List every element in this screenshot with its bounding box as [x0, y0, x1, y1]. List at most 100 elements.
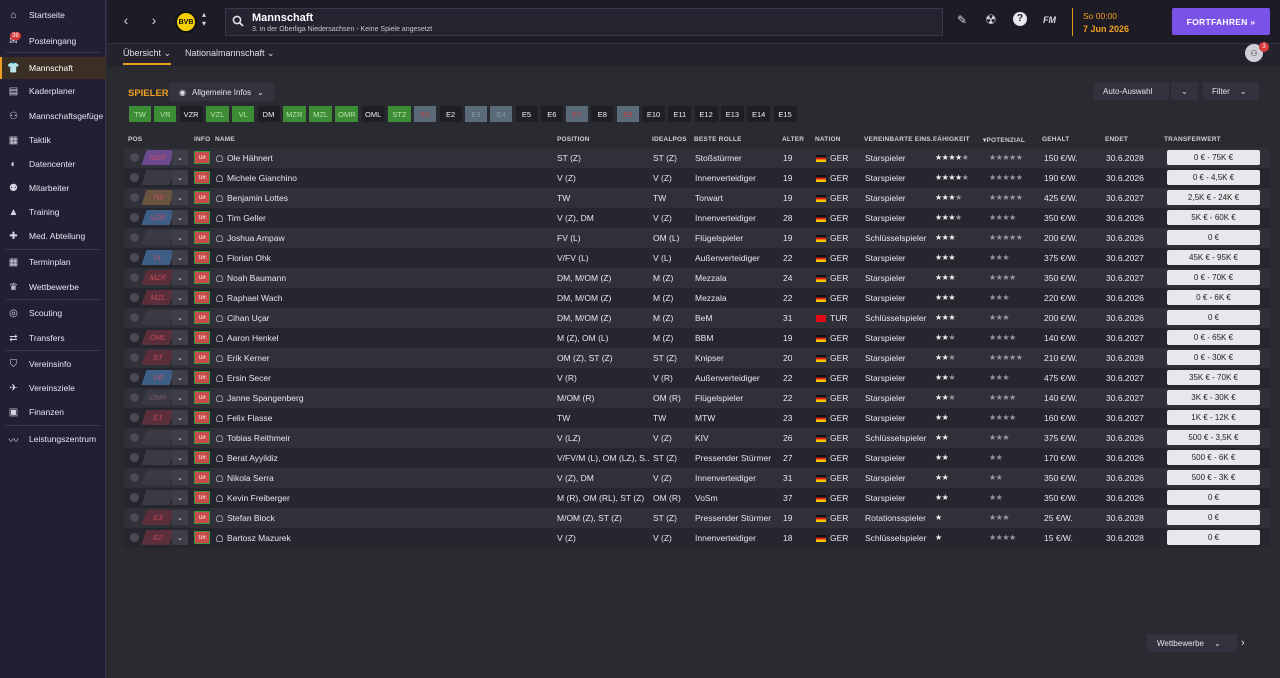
table-row[interactable]: VL ⌄ Url Florian Ohk V/FV (L) V (L) Außenverte… — [124, 248, 1270, 268]
info-badge[interactable]: Url — [194, 191, 210, 204]
table-row[interactable]: - ⌄ Url Cihan Uçar DM, M/OM (Z) M (Z) BeM 31 TUR… — [124, 308, 1270, 328]
select-checkbox[interactable] — [130, 493, 139, 502]
player-name[interactable]: Ersin Secer — [216, 373, 271, 383]
sidebar-item-wettbewerbe[interactable]: ♛ Wettbewerbe — [0, 276, 106, 298]
club-switch-arrows[interactable]: ▴ ▾ — [199, 10, 209, 28]
player-name[interactable]: Tobias Reithmeir — [216, 433, 290, 443]
player-name[interactable]: Bartosz Mazurek — [216, 533, 291, 543]
position-dropdown[interactable]: ⌄ — [172, 490, 188, 505]
position-dropdown[interactable]: ⌄ — [172, 170, 188, 185]
table-row[interactable]: E1 ⌄ Url Felix Flasse TW TW MTW 23 GER Starspiele… — [124, 408, 1270, 428]
position-chip-stz[interactable]: STZ — [387, 105, 412, 123]
position-chip-dm[interactable]: DM — [256, 105, 281, 123]
view-dropdown[interactable]: ◉ Allgemeine Infos ⌄ — [169, 83, 274, 101]
position-dropdown[interactable]: ⌄ — [172, 530, 188, 545]
player-name[interactable]: Benjamin Lottes — [216, 193, 288, 203]
table-row[interactable]: OML ⌄ Url Aaron Henkel M (Z), OM (L) M (Z) BBM… — [124, 328, 1270, 348]
transfer-value-button[interactable]: 0 € - 6K € — [1167, 290, 1260, 305]
header-salary[interactable]: GEHALT — [1042, 136, 1069, 143]
select-checkbox[interactable] — [130, 453, 139, 462]
position-chip-e9[interactable]: E9 — [615, 105, 640, 123]
sidebar-item-finanzen[interactable]: ▣ Finanzen — [0, 401, 106, 423]
info-badge[interactable]: Url — [194, 371, 210, 384]
transfer-value-button[interactable]: 0 € — [1167, 490, 1260, 505]
player-name[interactable]: Janne Spangenberg — [216, 393, 304, 403]
table-row[interactable]: VZR ⌄ Url Tim Geller V (Z), DM V (Z) Innenvert… — [124, 208, 1270, 228]
auto-select-dropdown[interactable]: ⌄ — [1171, 82, 1198, 100]
position-badge[interactable]: E1 — [141, 410, 175, 425]
position-badge[interactable]: VR — [141, 370, 175, 385]
select-checkbox[interactable] — [130, 393, 139, 402]
player-name[interactable]: Florian Ohk — [216, 253, 271, 263]
table-row[interactable]: VR ⌄ Url Ersin Secer V (R) V (R) Außenverteidi… — [124, 368, 1270, 388]
table-row[interactable]: OMR ⌄ Url Janne Spangenberg M/OM (R) OM (R) Fl… — [124, 388, 1270, 408]
player-name[interactable]: Joshua Ampaw — [216, 233, 285, 243]
player-name[interactable]: Ole Hähnert — [216, 153, 273, 163]
position-badge[interactable]: - — [141, 230, 175, 245]
table-row[interactable]: - ⌄ Url Michele Gianchino V (Z) V (Z) Innenver… — [124, 168, 1270, 188]
position-badge[interactable]: MZR — [141, 270, 175, 285]
tab-national-team[interactable]: Nationalmannschaft ⌄ — [185, 48, 275, 59]
sidebar-item-transfers[interactable]: ⇄ Transfers — [0, 327, 106, 349]
player-name[interactable]: Cihan Uçar — [216, 313, 270, 323]
player-name[interactable]: Nikola Serra — [216, 473, 274, 483]
position-dropdown[interactable]: ⌄ — [172, 310, 188, 325]
position-chip-e14[interactable]: E14 — [746, 105, 772, 123]
table-row[interactable]: E2 ⌄ Url Bartosz Mazurek V (Z) V (Z) Innenvert… — [124, 528, 1270, 548]
auto-select-button[interactable]: Auto-Auswahl — [1094, 82, 1169, 100]
player-name[interactable]: Stefan Block — [216, 513, 275, 523]
select-checkbox[interactable] — [130, 373, 139, 382]
position-dropdown[interactable]: ⌄ — [172, 150, 188, 165]
position-badge[interactable]: - — [141, 470, 175, 485]
transfer-value-button[interactable]: 0 € — [1167, 510, 1260, 525]
transfer-value-button[interactable]: 0 € — [1167, 310, 1260, 325]
header-position[interactable]: POSITION — [557, 136, 590, 143]
position-badge[interactable]: - — [141, 170, 175, 185]
position-chip-vzl[interactable]: VZL — [204, 105, 230, 123]
select-checkbox[interactable] — [130, 533, 139, 542]
info-badge[interactable]: Url — [194, 471, 210, 484]
info-badge[interactable]: Url — [194, 251, 210, 264]
position-dropdown[interactable]: ⌄ — [172, 510, 188, 525]
club-crest[interactable]: BVB — [175, 11, 197, 33]
position-chip-mzl[interactable]: MZL — [308, 105, 334, 123]
position-chip-vr[interactable]: VR — [153, 105, 178, 123]
info-badge[interactable]: Url — [194, 211, 210, 224]
header-potential[interactable]: ▾POTENZIAL — [983, 136, 1025, 144]
sidebar-item-training[interactable]: ▲ Training — [0, 201, 106, 223]
position-badge[interactable]: - — [141, 310, 175, 325]
sidebar-item-startseite[interactable]: ⌂ Startseite — [0, 4, 106, 26]
debug-button[interactable]: ☢ — [985, 12, 997, 28]
header-expires[interactable]: ENDET — [1105, 136, 1128, 143]
table-row[interactable]: - ⌄ Url Kevin Freiberger M (R), OM (RL), ST … — [124, 488, 1270, 508]
select-checkbox[interactable] — [130, 473, 139, 482]
transfer-value-button[interactable]: 0 € - 4,5K € — [1167, 170, 1260, 185]
position-chip-e6[interactable]: E6 — [539, 105, 564, 123]
transfer-value-button[interactable]: 0 € - 30K € — [1167, 350, 1260, 365]
position-chip-e15[interactable]: E15 — [772, 105, 798, 123]
position-badge[interactable]: ST — [141, 350, 175, 365]
transfer-value-button[interactable]: 2,5K € - 24K € — [1167, 190, 1260, 205]
select-checkbox[interactable] — [130, 433, 139, 442]
header-nation[interactable]: NATION — [815, 136, 841, 143]
info-badge[interactable]: Url — [194, 451, 210, 464]
position-dropdown[interactable]: ⌄ — [172, 330, 188, 345]
transfer-value-button[interactable]: 0 € — [1167, 230, 1260, 245]
table-row[interactable]: - ⌄ Url Tobias Reithmeir V (LZ) V (Z) KIV 26 GER… — [124, 428, 1270, 448]
transfer-value-button[interactable]: 45K € - 95K € — [1167, 250, 1260, 265]
position-chip-e8[interactable]: E8 — [590, 105, 615, 123]
header-best-role[interactable]: BESTE ROLLE — [694, 136, 742, 143]
filter-button[interactable]: Filter ⌄ — [1203, 82, 1259, 100]
position-badge[interactable]: MZR — [141, 150, 175, 165]
select-checkbox[interactable] — [130, 253, 139, 262]
info-badge[interactable]: Url — [194, 151, 210, 164]
sidebar-item-vereinsinfo[interactable]: ⛉ Vereinsinfo — [0, 353, 106, 375]
transfer-value-button[interactable]: 0 € - 75K € — [1167, 150, 1260, 165]
tab-overview[interactable]: Übersicht ⌄ — [123, 48, 172, 65]
header-transfer-value[interactable]: TRANSFERWERT — [1164, 136, 1221, 143]
position-badge[interactable]: E3 — [141, 510, 175, 525]
position-badge[interactable]: VL — [141, 250, 175, 265]
player-name[interactable]: Erik Kerner — [216, 353, 270, 363]
select-checkbox[interactable] — [130, 313, 139, 322]
select-checkbox[interactable] — [130, 233, 139, 242]
